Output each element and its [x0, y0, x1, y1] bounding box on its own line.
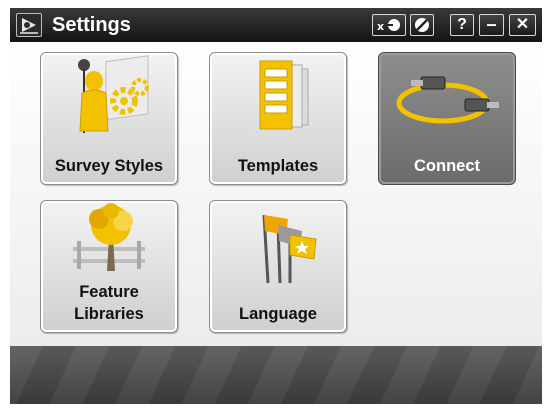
tile-connect[interactable]: Connect: [378, 52, 516, 185]
window-title: Settings: [52, 14, 131, 36]
tile-label: Survey Styles: [54, 157, 164, 175]
tile-survey-styles[interactable]: Survey Styles: [40, 52, 178, 185]
connect-cable-icon: [396, 76, 499, 124]
tile-language[interactable]: Language: [209, 200, 347, 333]
tile-feature-libraries[interactable]: Feature Libraries: [40, 200, 178, 333]
feature-libraries-icon: [73, 203, 145, 271]
app-menu-icon[interactable]: [16, 13, 42, 37]
close-button[interactable]: ✕: [509, 14, 536, 36]
backlight-icon: [415, 18, 429, 32]
keyboard-icon: x: [377, 19, 400, 33]
language-flags-icon: [262, 214, 317, 284]
minimize-button[interactable]: –: [479, 14, 504, 36]
help-button[interactable]: ?: [450, 14, 474, 36]
settings-content: Survey Styles Templates Connect Feature …: [10, 42, 542, 346]
tile-label: Connect: [414, 157, 480, 175]
tile-label: Language: [239, 305, 317, 323]
bottom-bar: [10, 346, 542, 404]
svg-text:x: x: [377, 20, 384, 33]
tile-label: Templates: [237, 157, 319, 175]
tile-templates[interactable]: Templates: [209, 52, 347, 185]
backlight-button[interactable]: [410, 14, 434, 36]
survey-styles-icon: [78, 55, 149, 133]
keyboard-toggle-button[interactable]: x: [372, 14, 406, 36]
settings-window: Settings x ? – ✕ Survey Styles Templates…: [10, 8, 542, 404]
templates-icon: [259, 60, 309, 130]
tile-label-line1: Feature: [79, 283, 139, 301]
tile-label-line2: Libraries: [74, 305, 144, 323]
title-bar: Settings x ? – ✕: [10, 8, 542, 42]
